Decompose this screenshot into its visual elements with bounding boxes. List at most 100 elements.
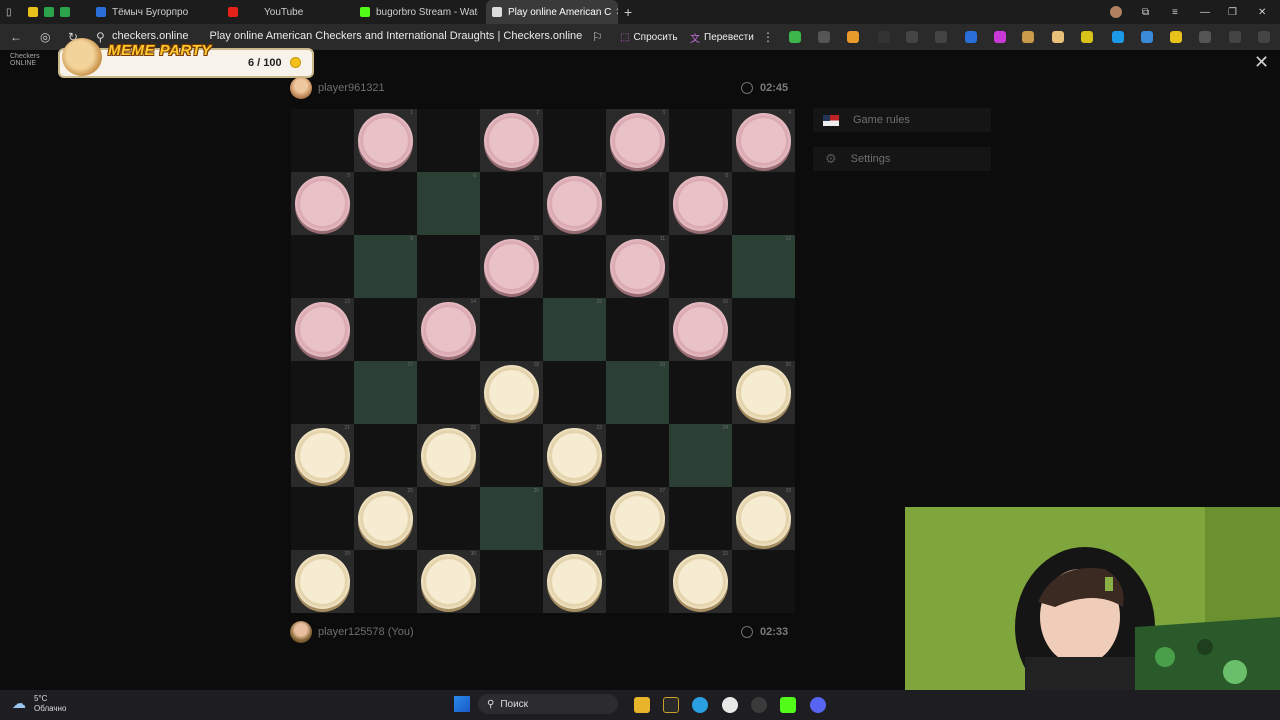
board-square-14[interactable]: 14	[417, 298, 480, 361]
start-icon[interactable]	[454, 696, 470, 712]
profile-avatar[interactable]	[1110, 0, 1128, 24]
extension-arrow-icon[interactable]	[1141, 31, 1153, 43]
extension-chrome-icon[interactable]	[1112, 31, 1124, 43]
board-square-12[interactable]: 12	[732, 235, 795, 298]
tab-temych[interactable]: Тёмыч Бугорпро	[96, 0, 216, 24]
extension-glasses-icon[interactable]	[935, 31, 947, 43]
board-square-7[interactable]: 7	[543, 172, 606, 235]
opponent-piece[interactable]	[484, 239, 539, 294]
checkers-board[interactable]: 1 2 3 4 5 6 7 8 9 10 11 12 13 14 15 16 17 18 19 20 21 22 23 24 2…	[291, 109, 795, 613]
tab-youtube[interactable]: YouTube	[228, 0, 348, 24]
discord-icon[interactable]	[810, 697, 826, 713]
opponent-piece[interactable]	[610, 239, 665, 294]
weather-widget[interactable]: 5°C Облачно	[34, 694, 66, 714]
url-field[interactable]: checkers.online Play online American Che…	[112, 30, 582, 42]
board-square-26[interactable]: 26	[480, 487, 543, 550]
player-piece[interactable]	[484, 365, 539, 420]
app-icon[interactable]	[663, 697, 679, 713]
board-square-19[interactable]: 19	[606, 361, 669, 424]
telegram-icon[interactable]	[692, 697, 708, 713]
board-square-4[interactable]: 4	[732, 109, 795, 172]
player-piece[interactable]	[547, 428, 602, 483]
game-rules-button[interactable]: Game rules	[813, 108, 991, 132]
board-square-30[interactable]: 30	[417, 550, 480, 613]
board-square-32[interactable]: 32	[669, 550, 732, 613]
extension-d-icon[interactable]	[818, 31, 830, 43]
extension-cookie-icon[interactable]	[1022, 31, 1034, 43]
extension-shield-icon[interactable]	[789, 31, 801, 43]
bookmark-icon[interactable]: ⚐	[592, 30, 603, 44]
close-window-icon[interactable]: ✕	[1258, 0, 1266, 24]
yandex-browser-icon[interactable]	[722, 697, 738, 713]
opponent-piece[interactable]	[673, 176, 728, 231]
board-square-9[interactable]: 9	[354, 235, 417, 298]
board-square-27[interactable]: 27	[606, 487, 669, 550]
extension-purple-icon[interactable]	[994, 31, 1006, 43]
opponent-piece[interactable]	[736, 113, 791, 168]
more-icon[interactable]: ⋮	[762, 30, 774, 44]
board-square-11[interactable]: 11	[606, 235, 669, 298]
board-square-1[interactable]: 1	[354, 109, 417, 172]
extensions-icon[interactable]	[1199, 31, 1211, 43]
downloads-icon[interactable]	[1258, 31, 1270, 43]
extension-lock-icon[interactable]	[906, 31, 918, 43]
opponent-piece[interactable]	[484, 113, 539, 168]
board-square-6[interactable]: 6	[417, 172, 480, 235]
board-square-20[interactable]: 20	[732, 361, 795, 424]
player-piece[interactable]	[421, 428, 476, 483]
extension-bottle-icon[interactable]	[1052, 31, 1064, 43]
board-square-28[interactable]: 28	[732, 487, 795, 550]
player-piece[interactable]	[736, 365, 791, 420]
restore-icon[interactable]: ❐	[1228, 0, 1237, 24]
pinned-tab-icons[interactable]	[28, 0, 76, 24]
ask-button[interactable]: ⬚ Спросить	[620, 28, 678, 46]
board-square-10[interactable]: 10	[480, 235, 543, 298]
settings-button[interactable]: ⚙ Settings	[813, 147, 991, 171]
player-piece[interactable]	[673, 554, 728, 609]
close-game-icon[interactable]: ✕	[1254, 52, 1269, 73]
opponent-piece[interactable]	[421, 302, 476, 357]
board-square-2[interactable]: 2	[480, 109, 543, 172]
extension-blue-icon[interactable]	[965, 31, 977, 43]
board-square-21[interactable]: 21	[291, 424, 354, 487]
extension-folder-icon[interactable]	[1170, 31, 1182, 43]
board-square-23[interactable]: 23	[543, 424, 606, 487]
tab-kick-stream[interactable]: bugorbro Stream - Watch	[360, 0, 478, 24]
clock-app-icon[interactable]	[751, 697, 767, 713]
file-explorer-icon[interactable]	[634, 697, 650, 713]
player-piece[interactable]	[295, 554, 350, 609]
translate-button[interactable]: 文 Перевести	[690, 28, 754, 46]
board-square-18[interactable]: 18	[480, 361, 543, 424]
back-icon[interactable]: ←	[10, 30, 22, 44]
board-square-15[interactable]: 15	[543, 298, 606, 361]
opponent-piece[interactable]	[295, 302, 350, 357]
new-tab-icon[interactable]: +	[624, 0, 632, 24]
player-piece[interactable]	[295, 428, 350, 483]
board-square-24[interactable]: 24	[669, 424, 732, 487]
player-piece[interactable]	[736, 491, 791, 546]
window-menu-icon[interactable]: ▯	[6, 0, 18, 24]
close-tab-icon[interactable]: ✕	[615, 7, 618, 18]
player-piece[interactable]	[421, 554, 476, 609]
board-square-22[interactable]: 22	[417, 424, 480, 487]
minimize-icon[interactable]: —	[1200, 0, 1210, 24]
extension-burger-icon[interactable]	[847, 31, 859, 43]
opponent-piece[interactable]	[295, 176, 350, 231]
extension-yellow-icon[interactable]	[1081, 31, 1093, 43]
board-square-31[interactable]: 31	[543, 550, 606, 613]
browser-menu-icon[interactable]: ≡	[1172, 0, 1178, 24]
site-logo[interactable]: Checkers ONLINE	[10, 53, 40, 67]
board-square-13[interactable]: 13	[291, 298, 354, 361]
board-square-29[interactable]: 29	[291, 550, 354, 613]
board-square-8[interactable]: 8	[669, 172, 732, 235]
taskbar-search[interactable]: ⚲ Поиск	[478, 694, 618, 714]
player-piece[interactable]	[358, 491, 413, 546]
opponent-piece[interactable]	[358, 113, 413, 168]
board-square-25[interactable]: 25	[354, 487, 417, 550]
kick-app-icon[interactable]	[780, 697, 796, 713]
shield-icon[interactable]: ◎	[40, 30, 50, 44]
opponent-piece[interactable]	[610, 113, 665, 168]
extension-ext-icon[interactable]	[878, 31, 890, 43]
sidebar-icon[interactable]	[1229, 31, 1241, 43]
opponent-piece[interactable]	[673, 302, 728, 357]
